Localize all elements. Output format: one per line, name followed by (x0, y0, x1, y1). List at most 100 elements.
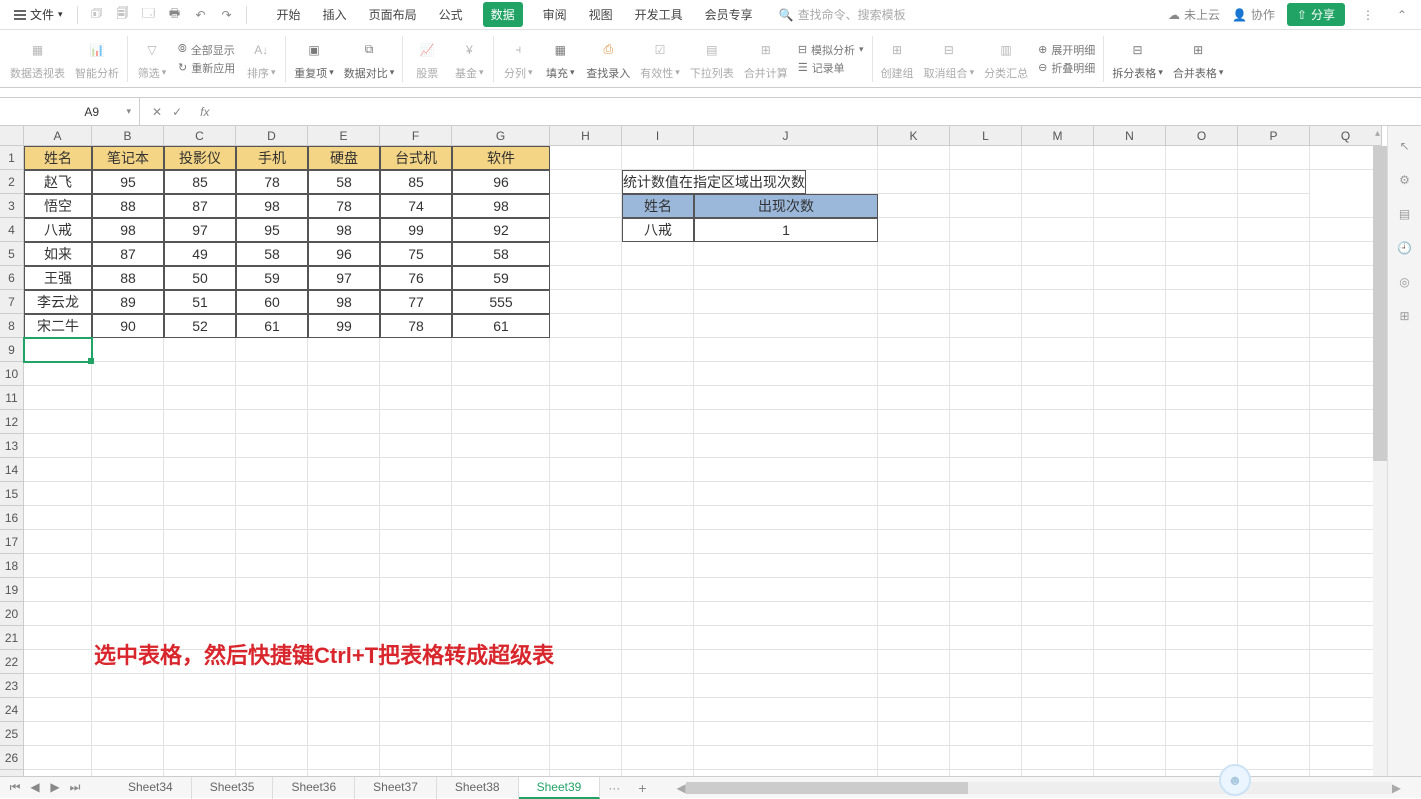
row-header[interactable]: 22 (0, 650, 24, 674)
cell[interactable] (1166, 362, 1238, 386)
col-header[interactable]: K (878, 126, 950, 146)
cell[interactable] (1310, 746, 1382, 770)
cell[interactable] (622, 482, 694, 506)
fund-button[interactable]: ¥基金▾ (449, 37, 489, 81)
cell[interactable] (1022, 746, 1094, 770)
cell[interactable] (1022, 530, 1094, 554)
cell[interactable]: 88 (92, 266, 164, 290)
cell[interactable]: 555 (452, 290, 550, 314)
col-header[interactable]: A (24, 126, 92, 146)
cell[interactable] (1310, 698, 1382, 722)
cell[interactable] (950, 458, 1022, 482)
cell[interactable] (550, 170, 622, 194)
cell[interactable] (1238, 314, 1310, 338)
cell[interactable] (308, 434, 380, 458)
cell[interactable] (92, 386, 164, 410)
cell[interactable] (1238, 170, 1310, 194)
cell[interactable] (1310, 266, 1382, 290)
cell[interactable] (1310, 674, 1382, 698)
col-header[interactable]: L (950, 126, 1022, 146)
row-header[interactable]: 1 (0, 146, 24, 170)
cell[interactable] (878, 242, 950, 266)
cell[interactable] (1238, 482, 1310, 506)
cell[interactable] (878, 290, 950, 314)
cell[interactable] (622, 746, 694, 770)
col-header[interactable]: P (1238, 126, 1310, 146)
cell[interactable] (1238, 746, 1310, 770)
cell[interactable] (878, 338, 950, 362)
cell[interactable] (1238, 386, 1310, 410)
cell[interactable] (308, 578, 380, 602)
cell[interactable] (694, 314, 878, 338)
dropdown-list-button[interactable]: ▤下拉列表 (686, 37, 738, 81)
cell[interactable] (1166, 434, 1238, 458)
cell[interactable] (1094, 506, 1166, 530)
cell[interactable] (950, 242, 1022, 266)
cell[interactable] (694, 362, 878, 386)
cell[interactable] (24, 482, 92, 506)
cell[interactable]: 87 (164, 194, 236, 218)
filter-button[interactable]: ▽筛选▾ (132, 37, 172, 81)
cell[interactable] (950, 674, 1022, 698)
cell[interactable]: 如来 (24, 242, 92, 266)
sheet-next-icon[interactable]: ▶ (46, 780, 64, 795)
tab-start[interactable]: 开始 (275, 2, 303, 27)
cell[interactable]: 58 (308, 170, 380, 194)
cell[interactable] (92, 530, 164, 554)
cell[interactable] (878, 362, 950, 386)
cell[interactable] (1238, 194, 1310, 218)
feedback-tool-icon[interactable]: ⊞ (1395, 306, 1415, 326)
cell[interactable] (1094, 458, 1166, 482)
coop-button[interactable]: 👤协作 (1232, 6, 1275, 23)
sheet-tab[interactable]: Sheet35 (192, 777, 274, 799)
cell[interactable] (878, 674, 950, 698)
cell[interactable] (92, 482, 164, 506)
row-header[interactable]: 3 (0, 194, 24, 218)
cell[interactable]: 悟空 (24, 194, 92, 218)
cell[interactable] (878, 482, 950, 506)
row-header[interactable]: 5 (0, 242, 24, 266)
cell[interactable] (1166, 290, 1238, 314)
cell[interactable] (1166, 698, 1238, 722)
cell[interactable] (694, 242, 878, 266)
cell[interactable] (24, 674, 92, 698)
cell[interactable] (694, 674, 878, 698)
cell[interactable] (1238, 338, 1310, 362)
sheet-first-icon[interactable]: ⏮ (6, 780, 24, 795)
cell[interactable] (164, 530, 236, 554)
sheet-prev-icon[interactable]: ◀ (26, 780, 44, 795)
cell[interactable]: 98 (308, 290, 380, 314)
cell[interactable] (878, 458, 950, 482)
cell[interactable] (1094, 698, 1166, 722)
cell[interactable] (236, 746, 308, 770)
col-header[interactable]: F (380, 126, 452, 146)
cell[interactable] (622, 650, 694, 674)
cell[interactable] (878, 626, 950, 650)
cell[interactable] (452, 362, 550, 386)
cell[interactable] (92, 362, 164, 386)
cell[interactable] (550, 410, 622, 434)
cell[interactable] (878, 698, 950, 722)
cell[interactable] (550, 146, 622, 170)
cell[interactable] (694, 266, 878, 290)
cell[interactable]: 宋二牛 (24, 314, 92, 338)
cell[interactable] (1238, 554, 1310, 578)
cell[interactable] (1094, 746, 1166, 770)
row-header[interactable]: 19 (0, 578, 24, 602)
cell[interactable] (622, 674, 694, 698)
cell[interactable] (24, 650, 92, 674)
cell[interactable]: 59 (452, 266, 550, 290)
cell[interactable] (694, 434, 878, 458)
cell[interactable] (452, 554, 550, 578)
cell[interactable] (1310, 626, 1382, 650)
cell[interactable]: 98 (452, 194, 550, 218)
cell[interactable] (164, 362, 236, 386)
cell[interactable] (92, 674, 164, 698)
sort-button[interactable]: A↓排序▾ (241, 37, 281, 81)
print-quick-icon[interactable]: 🗐 (112, 4, 134, 26)
sheet-tab[interactable]: Sheet37 (355, 777, 437, 799)
help-tool-icon[interactable]: ◎ (1395, 272, 1415, 292)
cell[interactable] (694, 458, 878, 482)
sheet-tab[interactable]: Sheet34 (110, 777, 192, 799)
cell[interactable] (950, 266, 1022, 290)
